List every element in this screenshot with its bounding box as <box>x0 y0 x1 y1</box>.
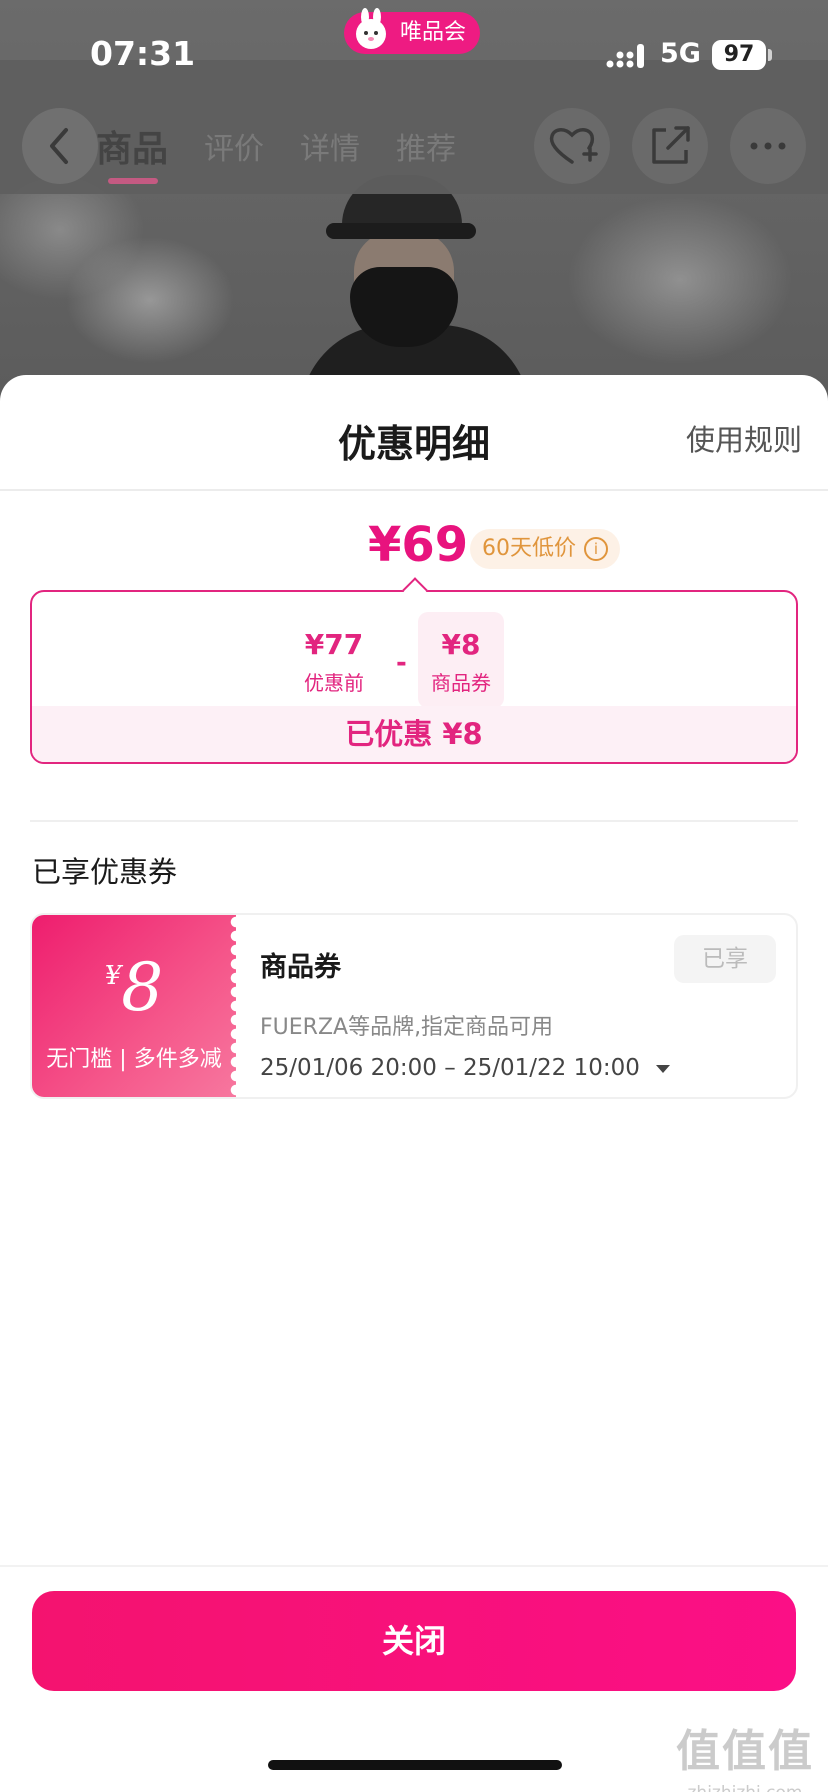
share-icon <box>652 126 690 164</box>
original-price: ¥77 <box>304 628 364 661</box>
status-bar: 07:31 唯品会 5G 97 <box>0 0 828 73</box>
coupon-perforation <box>228 915 244 1097</box>
coupon-discount-item: ¥8 商品券 <box>418 628 504 696</box>
coupon-validity[interactable]: 25/01/06 20:00 – 25/01/22 10:00 <box>260 1055 670 1081</box>
divider <box>30 820 798 822</box>
minus-operator: - <box>396 648 407 678</box>
coupon-validity-text: 25/01/06 20:00 – 25/01/22 10:00 <box>260 1055 640 1081</box>
discount-details-sheet: 优惠明细 使用规则 ¥69 60天低价 i ¥77 优惠前 - ¥8 商品券 已… <box>0 375 828 1792</box>
coupon-currency: ¥ <box>104 961 122 991</box>
watermark-logo: 值值值 <box>676 1726 814 1777</box>
coupon-amount: ¥8 <box>441 628 481 661</box>
favorite-button[interactable] <box>534 108 610 184</box>
app-name: 唯品会 <box>400 20 467 45</box>
coupon-value-number: 8 <box>121 949 164 1026</box>
more-button[interactable] <box>730 108 806 184</box>
tab-reviews[interactable]: 评价 <box>204 124 264 168</box>
coupon-value-panel: ¥8 无门槛 | 多件多减 <box>32 915 236 1097</box>
price-breakdown-box: ¥77 优惠前 - ¥8 商品券 已优惠 ¥8 <box>30 577 798 764</box>
battery-level: 97 <box>712 40 766 70</box>
total-saved-bar: 已优惠 ¥8 <box>32 706 796 762</box>
divider <box>0 1565 828 1567</box>
share-button[interactable] <box>632 108 708 184</box>
watermark: 值值值 zhizhizhi.com <box>676 1715 814 1792</box>
tab-product[interactable]: 商品 <box>96 120 168 172</box>
coupon-status-badge: 已享 <box>674 935 776 983</box>
back-icon <box>50 128 68 164</box>
coupon-card[interactable]: ¥8 无门槛 | 多件多减 商品券 已享 FUERZA等品牌,指定商品可用 25… <box>30 913 798 1099</box>
bunny-logo-icon <box>356 8 386 49</box>
original-price-label: 优惠前 <box>304 671 364 695</box>
signal-strength-icon <box>606 44 644 68</box>
info-icon[interactable]: i <box>584 537 608 561</box>
usage-rules-link[interactable]: 使用规则 <box>686 417 802 459</box>
watermark-url: zhizhizhi.com <box>676 1783 814 1792</box>
coupon-description: FUERZA等品牌,指定商品可用 <box>260 1015 554 1040</box>
applied-coupons-title: 已享优惠券 <box>32 855 178 889</box>
final-price: ¥69 <box>368 517 469 573</box>
coupon-amount-label: 商品券 <box>431 671 491 695</box>
favorite-add-icon <box>549 128 598 164</box>
original-price-item: ¥77 优惠前 <box>284 628 384 696</box>
coupon-condition: 无门槛 | 多件多减 <box>46 1047 222 1072</box>
home-indicator[interactable] <box>268 1760 562 1770</box>
chevron-down-icon[interactable] <box>655 1064 670 1073</box>
tab-recommend[interactable]: 推荐 <box>396 124 456 168</box>
low-price-badge[interactable]: 60天低价 i <box>470 529 620 569</box>
close-button[interactable]: 关闭 <box>32 1591 796 1691</box>
status-time: 07:31 <box>90 34 196 73</box>
low-price-label: 60天低价 <box>482 536 576 561</box>
battery-tip <box>768 49 772 61</box>
back-button[interactable] <box>22 108 98 184</box>
breakdown-pointer <box>402 577 428 603</box>
tab-details[interactable]: 详情 <box>300 124 360 168</box>
network-type: 5G <box>660 38 701 69</box>
app-indicator-pill[interactable]: 唯品会 <box>344 8 481 54</box>
coupon-name: 商品券 <box>260 952 341 983</box>
more-icon <box>750 142 786 150</box>
divider <box>0 489 828 491</box>
active-tab-indicator <box>108 178 158 184</box>
coupon-value: ¥8 <box>32 949 236 1026</box>
